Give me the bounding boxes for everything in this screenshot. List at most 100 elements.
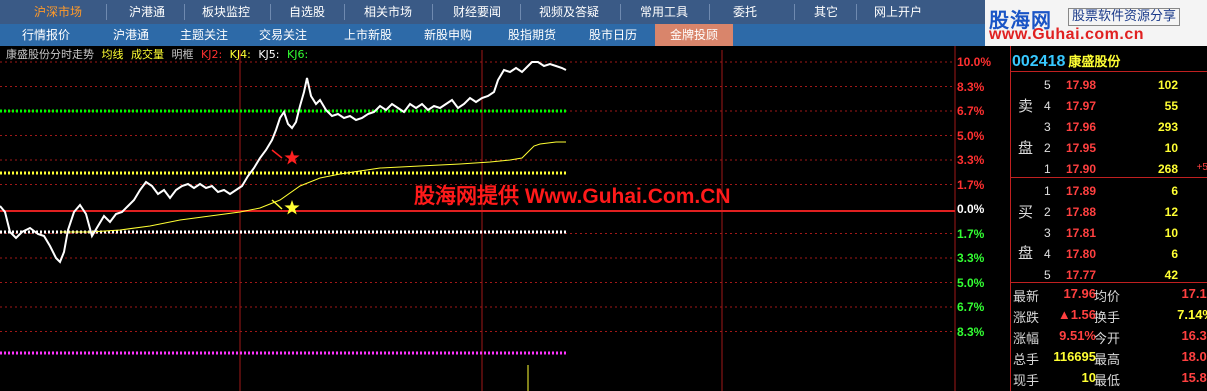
bid-row[interactable]: 4 17.80 6: [1011, 245, 1207, 263]
ask-volume: 55: [1164, 99, 1178, 113]
stat-value: 9.51%: [1059, 328, 1096, 343]
watermark-text: 股海网提供 Www.Guhai.Com.CN: [414, 185, 731, 208]
stat-label: 今开: [1094, 331, 1121, 346]
tab[interactable]: 上市新股: [330, 24, 406, 46]
divider: [1011, 282, 1207, 283]
bid-volume: 42: [1164, 268, 1178, 282]
percent-axis-label: 8.3%: [957, 324, 985, 339]
stock-name: 康盛股份: [1068, 55, 1121, 70]
bid-volume: 6: [1171, 247, 1178, 261]
chart-header: 康盛股份分时走势 均线 成交量 明框 KJ2: KJ4: KJ5: KJ6:: [6, 48, 312, 62]
stat-value: 116695: [1053, 349, 1096, 364]
percent-axis-label: 0.0%: [957, 202, 985, 216]
tab[interactable]: 股市日历: [578, 24, 648, 46]
percent-axis-label: 3.3%: [957, 251, 985, 265]
tab[interactable]: 新股申购: [410, 24, 486, 46]
bid-volume: 10: [1164, 226, 1178, 240]
stat-row: 涨跌 ▲1.56换手 7.14%: [1013, 305, 1207, 325]
stat-label: 总手: [1013, 352, 1040, 367]
menu-item[interactable]: 板块监控: [190, 0, 262, 24]
percent-axis-label: 1.7%: [957, 177, 985, 192]
volume-label[interactable]: 成交量: [131, 48, 164, 61]
menu-item[interactable]: 相关市场: [350, 0, 426, 24]
ask-level: 2: [1044, 141, 1051, 155]
ask-row[interactable]: 1 17.90 268 +5: [1011, 160, 1207, 178]
menu-item[interactable]: 网上开户: [862, 0, 934, 24]
brand-logo: 股海网 股票软件资源分享 www.Guhai.com.cn: [985, 0, 1207, 46]
menu-separator: [184, 4, 185, 20]
stat-value: 15.80: [1181, 370, 1207, 385]
bid-row[interactable]: 1 17.89 6: [1011, 182, 1207, 200]
sell-label-1: 卖: [1018, 97, 1034, 115]
logo-tagline: 股票软件资源分享: [1068, 8, 1181, 26]
menu-item[interactable]: 委托: [715, 0, 775, 24]
menu-separator: [432, 4, 433, 20]
stock-code: 002418: [1012, 53, 1066, 70]
sell-label-2: 盘: [1018, 139, 1034, 157]
kj2-label: KJ2:: [201, 48, 223, 61]
kj4-label: KJ4:: [229, 48, 251, 61]
ask-row[interactable]: 5 17.98 102: [1011, 76, 1207, 94]
menu-item[interactable]: 其它: [800, 0, 852, 24]
stat-value: 7.14%: [1177, 307, 1207, 322]
percent-axis-label: 10.0%: [957, 55, 992, 69]
box-label[interactable]: 明框: [172, 48, 194, 61]
stat-row: 涨幅 9.51%今开 16.32: [1013, 326, 1207, 346]
bid-volume: 6: [1171, 184, 1178, 198]
menu-separator: [270, 4, 271, 20]
divider: [1011, 71, 1207, 72]
ask-row[interactable]: 2 17.95 10: [1011, 139, 1207, 157]
percent-axis-label: 8.3%: [957, 79, 985, 94]
ask-price: 17.98: [1065, 78, 1096, 92]
bid-price: 17.88: [1065, 205, 1096, 219]
tab[interactable]: 金牌投顾: [655, 24, 733, 46]
chart-title: 康盛股份分时走势: [6, 48, 94, 61]
ask-row[interactable]: 4 17.97 55: [1011, 97, 1207, 115]
ask-row[interactable]: 3 17.96 293: [1011, 118, 1207, 136]
ask-volume: 102: [1157, 78, 1178, 92]
ask-extra: +5: [1196, 162, 1207, 173]
menu-item[interactable]: 常用工具: [626, 0, 702, 24]
bid-row[interactable]: 2 17.88 12: [1011, 203, 1207, 221]
tab[interactable]: 股指期货: [492, 24, 572, 46]
menu-separator: [856, 4, 857, 20]
menu-separator: [794, 4, 795, 20]
stat-label: 现手: [1013, 373, 1040, 388]
bid-level: 5: [1044, 268, 1051, 282]
buy-label-2: 盘: [1018, 244, 1034, 262]
percent-axis-label: 6.7%: [957, 300, 985, 314]
stat-value: ▲1.56: [1057, 307, 1096, 322]
stat-row: 现手10最低15.80: [1013, 368, 1207, 388]
tab[interactable]: 交易关注: [247, 24, 319, 46]
sub-tab-bar: 行情报价 沪港通 主题关注 交易关注 上市新股 新股申购 股指期货 股市日历 金牌投顾: [0, 24, 985, 46]
stat-value: 16.32: [1181, 328, 1207, 343]
menu-item[interactable]: 自选股: [276, 0, 338, 24]
kj5-label: KJ5:: [258, 48, 280, 61]
bid-row[interactable]: 3 17.81 10: [1011, 224, 1207, 242]
buy-label-1: 买: [1018, 203, 1034, 221]
stock-header: 002418 康盛股份: [1012, 51, 1121, 70]
ask-price: 17.90: [1065, 162, 1096, 176]
tab[interactable]: 行情报价: [6, 24, 86, 46]
stat-row: 最新 17.96均价 17.17: [1013, 284, 1207, 304]
percent-axis-label: 5.0%: [957, 128, 985, 143]
intraday-chart[interactable]: [0, 46, 1010, 391]
tab[interactable]: 主题关注: [168, 24, 240, 46]
menu-separator: [520, 4, 521, 20]
ask-level: 1: [1044, 162, 1051, 176]
avg-line-label[interactable]: 均线: [102, 48, 124, 61]
bid-price: 17.80: [1065, 247, 1096, 261]
bid-level: 1: [1044, 184, 1051, 198]
menu-item[interactable]: 沪深市场: [20, 0, 96, 24]
ask-level: 4: [1044, 99, 1051, 113]
stat-label: 涨跌: [1013, 310, 1040, 325]
menu-item[interactable]: 视频及答疑: [526, 0, 612, 24]
ask-volume: 293: [1157, 120, 1178, 134]
bid-level: 2: [1044, 205, 1051, 219]
ask-level: 3: [1044, 120, 1051, 134]
tab[interactable]: 沪港通: [100, 24, 162, 46]
menu-separator: [106, 4, 107, 20]
menu-item[interactable]: 财经要闻: [438, 0, 516, 24]
red-star-icon: [284, 150, 300, 165]
menu-item[interactable]: 沪港通: [112, 0, 182, 24]
